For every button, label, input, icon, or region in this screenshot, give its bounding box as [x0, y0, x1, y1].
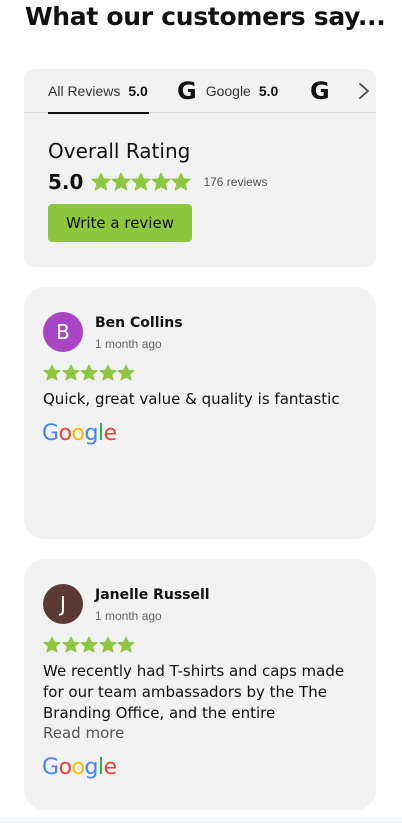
overall-stars — [91, 172, 191, 192]
star-icon — [43, 364, 61, 381]
review-text: Quick, great value & quality is fantasti… — [43, 390, 340, 408]
chevron-right-icon[interactable] — [354, 81, 374, 101]
google-logo-letter: e — [103, 421, 118, 446]
star-icon — [117, 636, 135, 653]
review-stars — [43, 364, 136, 382]
review-text: We recently had T-shirts and caps made f… — [43, 662, 345, 722]
google-logo-letter: g — [84, 421, 99, 446]
review-card: B Ben Collins 1 month ago Quick, great v… — [24, 287, 376, 539]
read-more-link[interactable]: Read more — [43, 724, 124, 742]
google-logo-icon: Google — [42, 421, 117, 446]
google-logo-letter: G — [42, 755, 59, 780]
star-icon — [99, 636, 116, 653]
avatar: B — [43, 312, 83, 352]
review-date: 1 month ago — [95, 337, 162, 351]
google-logo-icon: Google — [42, 755, 117, 780]
tab-google-partial[interactable]: G — [310, 69, 339, 113]
star-icon — [92, 172, 111, 191]
tab-all-reviews[interactable]: All Reviews 5.0 — [48, 69, 149, 114]
review-card: J Janelle Russell 1 month ago We recentl… — [24, 559, 376, 810]
google-logo-letter: o — [71, 755, 85, 780]
star-icon — [152, 172, 171, 191]
review-source-tabs: All Reviews 5.0 G Google 5.0 G — [24, 69, 376, 114]
star-icon — [172, 172, 191, 191]
star-icon — [132, 172, 151, 191]
google-logo-letter: e — [103, 755, 118, 780]
google-logo-letter: g — [84, 755, 99, 780]
tab-label: All Reviews — [48, 83, 121, 99]
write-review-button[interactable]: Write a review — [48, 204, 192, 242]
reviewer-name: Ben Collins — [95, 315, 183, 331]
review-stars — [43, 636, 136, 654]
star-icon — [99, 364, 116, 381]
google-logo-letter: o — [58, 755, 72, 780]
google-logo-letter: o — [58, 421, 72, 446]
overall-rating-row: 5.0 176 reviews — [48, 169, 267, 195]
tab-score: 5.0 — [258, 83, 279, 99]
tab-score: 5.0 — [128, 83, 148, 99]
page-title: What our customers say... — [25, 2, 386, 31]
google-icon: G — [310, 77, 330, 105]
page-bottom-edge — [0, 817, 402, 823]
star-icon — [62, 636, 79, 653]
google-icon: G — [177, 77, 197, 105]
review-count: 176 reviews — [203, 175, 268, 189]
review-date: 1 month ago — [95, 609, 162, 623]
overall-score: 5.0 — [48, 170, 84, 194]
reviewer-name: Janelle Russell — [95, 587, 210, 603]
tab-label: Google — [205, 83, 251, 99]
star-icon — [62, 364, 79, 381]
star-icon — [117, 364, 135, 381]
rating-summary-card: All Reviews 5.0 G Google 5.0 G Overall R… — [24, 69, 376, 267]
google-logo-letter: G — [42, 421, 59, 446]
overall-rating-label: Overall Rating — [48, 139, 191, 163]
google-logo-letter: o — [71, 421, 85, 446]
star-icon — [112, 172, 131, 191]
tab-google[interactable]: G Google 5.0 — [177, 69, 278, 113]
avatar: J — [43, 584, 83, 624]
star-icon — [80, 364, 98, 381]
star-icon — [43, 636, 61, 653]
star-icon — [80, 636, 98, 653]
